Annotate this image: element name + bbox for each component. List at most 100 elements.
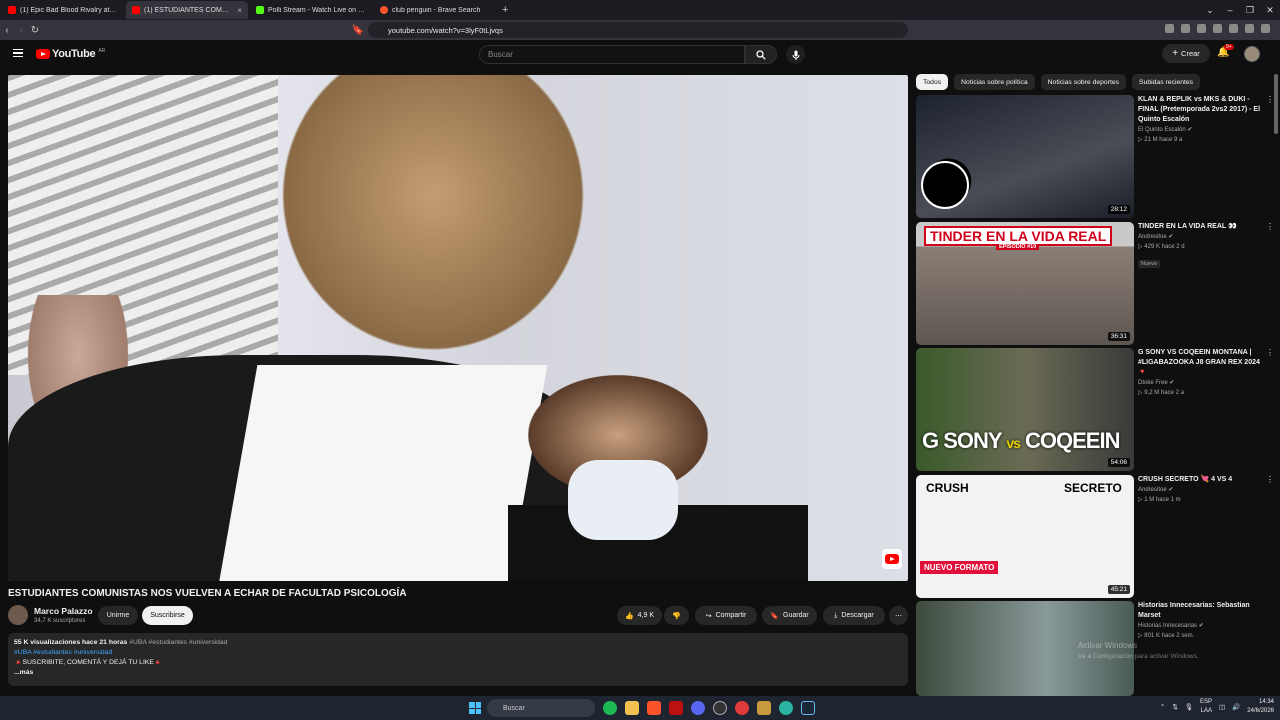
search-button[interactable] [745,45,777,64]
tab-search-icon[interactable]: ⌄ [1200,5,1220,16]
share-button[interactable]: ↪ Compartir [695,606,757,625]
channel-name: Historias Innecesarias ✔ [1138,623,1204,629]
windows-start-icon[interactable] [469,702,481,714]
more-options-icon[interactable]: ⋮ [1266,475,1274,484]
extension-icon[interactable] [1245,24,1254,33]
youtube-logo[interactable]: YouTube AR [36,48,105,60]
chip-recent[interactable]: Subidas recientes [1132,74,1201,90]
channel-name: El Quinto Escalón ✔ [1138,127,1193,133]
extension-icon[interactable] [1213,24,1222,33]
join-button[interactable]: Unirme [98,606,138,625]
more-options-icon[interactable]: ⋮ [1266,222,1274,231]
minimize-icon[interactable]: – [1220,5,1240,15]
video-thumbnail[interactable]: G SONY vs COQEEIN 54:06 [916,348,1134,471]
file-explorer-icon[interactable] [625,701,639,715]
network-icon[interactable]: ⇅ [1172,703,1177,711]
video-title: G SONY VS COQEEIN MONTANA | #LIGABAZOOKA… [1138,349,1260,376]
download-button[interactable]: ⤓ Descargar [823,606,885,625]
tab-title: (1) Epic Bad Blood Rivalry at Power S [20,6,118,14]
reload-icon[interactable]: ↻ [28,25,42,36]
close-tab-icon[interactable]: × [237,6,242,15]
video-stats: ▷ 1 M hace 1 m [1138,497,1181,503]
extension-icon[interactable] [1165,24,1174,33]
channel-watermark-icon[interactable] [882,549,902,569]
subscribe-button[interactable]: Suscribirse [142,606,193,625]
thumbnail-caption: TINDER EN LA VIDA REAL [924,226,1113,246]
video-description[interactable]: 55 K visualizaciones hace 21 horas #UBA … [8,633,908,686]
create-button[interactable]: + Crear [1162,44,1210,63]
video-duration: 45:21 [1107,585,1130,594]
browser-tab[interactable]: club penguin - Brave Search [374,1,496,19]
tab-title: club penguin - Brave Search [392,6,481,14]
share-icon: ↪ [705,612,712,620]
back-icon[interactable]: ‹ [0,25,14,36]
wifi-icon[interactable]: ◫ [1219,703,1225,711]
menu-icon[interactable] [1261,24,1270,33]
hashtags[interactable]: #UBA #estudiantes #universidad [14,648,902,658]
league-icon[interactable] [757,701,771,715]
download-icon: ⤓ [834,611,838,619]
bookmark-icon[interactable]: 🔖 [351,25,365,36]
video-duration: 28:12 [1107,205,1130,214]
browser-tab[interactable]: (1) Epic Bad Blood Rivalry at Power S [2,1,124,19]
windows-activation-watermark: Activar Windows Ve a Configuración para … [1078,640,1199,662]
notifications-button[interactable]: 🔔 9+ [1217,44,1234,58]
taskbar-search[interactable]: Buscar [487,699,595,717]
volume-icon[interactable]: 🔊 [1232,703,1240,711]
chip-politics[interactable]: Noticias sobre política [954,74,1035,90]
app-icon[interactable] [735,701,749,715]
like-button[interactable]: 👍 4,9 K [617,606,662,625]
save-button[interactable]: 🔖 Guardar [762,606,817,625]
extension-icon[interactable] [1181,24,1190,33]
video-stats: ▷ 9,2 M hace 2 a [1138,390,1184,396]
extension-icon[interactable] [1197,24,1206,33]
description-line: 🔺SUSCRIBITE, COMENTÁ Y DEJÁ TU LIKE🔺 [14,659,163,666]
video-frame-mask [568,460,678,540]
video-thumbnail[interactable]: 28:12 [916,95,1134,218]
microphone-icon[interactable]: 🎙 [1185,703,1193,711]
chevron-up-icon[interactable]: ⌃ [1160,703,1165,711]
close-window-icon[interactable]: ✕ [1260,5,1280,16]
new-tab-button[interactable]: + [502,4,508,16]
recommendation-item[interactable]: TINDER EN LA VIDA REAL EPISODIO #10 36:3… [916,222,1276,345]
channel-avatar[interactable] [8,605,28,625]
browser-tab[interactable]: Polli Stream - Watch Live on Kick [250,1,372,19]
new-badge: Nuevo [1138,260,1160,268]
news-app-icon[interactable] [669,701,683,715]
app-icon[interactable] [779,701,793,715]
discord-icon[interactable] [691,701,705,715]
address-bar[interactable]: youtube.com/watch?v=3lyF0tLjvqs [368,22,908,38]
spotify-icon[interactable] [603,701,617,715]
scrollbar[interactable] [1274,74,1278,134]
video-thumbnail[interactable]: CRUSH SECRETO NUEVO FORMATO 45:21 [916,475,1134,598]
voice-search-button[interactable] [786,45,805,64]
steam-icon[interactable] [801,701,815,715]
create-label: Crear [1181,49,1200,58]
extension-icon[interactable] [1229,24,1238,33]
chip-all[interactable]: Todos [916,74,949,90]
dislike-button[interactable]: 👎 [664,606,689,625]
maximize-icon[interactable]: ❐ [1240,5,1260,16]
recommendation-item[interactable]: 28:12 KLAN & REPLIK vs MKS & DUKI - FINA… [916,95,1276,218]
obs-icon[interactable] [713,701,727,715]
recommendation-item[interactable]: CRUSH SECRETO NUEVO FORMATO 45:21 CRUSH … [916,475,1276,598]
chip-sports[interactable]: Noticias sobre deportes [1040,74,1127,90]
forward-icon[interactable]: › [14,25,28,36]
show-more-link[interactable]: ...más [14,668,902,678]
more-options-icon[interactable]: ⋮ [1266,95,1274,104]
more-actions-button[interactable]: ⋯ [889,606,908,625]
more-icon: ⋯ [895,612,902,620]
hamburger-menu-icon[interactable] [13,49,23,57]
video-thumbnail[interactable]: TINDER EN LA VIDA REAL EPISODIO #10 36:3… [916,222,1134,345]
recommendation-item[interactable]: G SONY vs COQEEIN 54:06 G SONY VS COQEEI… [916,348,1276,471]
clock[interactable]: 14:34 24/6/2026 [1247,698,1274,716]
brave-icon[interactable] [647,701,661,715]
account-avatar[interactable] [1244,46,1260,62]
clock-time: 14:34 [1258,699,1274,705]
browser-tab-active[interactable]: (1) ESTUDIANTES COMUNISTAS × [126,1,248,19]
language-indicator[interactable]: ESP LAA [1200,698,1212,716]
more-options-icon[interactable]: ⋮ [1266,348,1274,357]
channel-name[interactable]: Marco Palazzo [34,606,93,616]
search-input[interactable]: Buscar [479,45,745,64]
video-player[interactable] [8,75,908,581]
